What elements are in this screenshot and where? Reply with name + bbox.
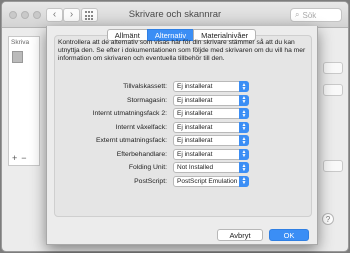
option-value: Ej installerat [177,83,213,90]
option-value: Ej installerat [177,110,213,117]
option-label: Folding Unit: [128,164,167,171]
search-placeholder: Sök [302,10,317,20]
updown-arrow-icon: ▲ ▼ [239,175,249,187]
background-control [323,160,343,172]
option-row: Efterbehandlare: Ej installerat ▲ ▼ [47,148,317,160]
option-popup[interactable]: Ej installerat ▲ ▼ [173,81,249,92]
option-popup[interactable]: PostScript Emulation ▲ ▼ [173,175,249,187]
option-popup[interactable]: Ej installerat ▲ ▼ [173,148,249,160]
add-printer-button[interactable]: + [12,153,17,163]
updown-arrow-icon: ▲ ▼ [239,108,249,119]
option-row: Internt utmatningsfack 2: Ej installerat… [47,108,317,119]
background-control [323,84,343,96]
printer-icon[interactable] [12,51,23,63]
ok-button[interactable]: OK [269,229,309,241]
printer-list-header: Skriva [11,39,30,46]
options-sheet: Allmänt Alternativ Materialnivåer Kontro… [46,26,318,245]
remove-printer-button[interactable]: − [21,153,26,163]
updown-arrow-icon: ▲ ▼ [239,121,249,133]
help-button[interactable]: ? [322,213,334,225]
search-input[interactable]: ⌕ Sök [290,8,342,22]
option-row: Folding Unit: Not Installed ▲ ▼ [47,162,317,173]
option-value: Ej installerat [177,137,213,144]
search-icon: ⌕ [295,10,300,19]
option-value: Ej installerat [177,96,213,104]
cancel-button[interactable]: Avbryt [217,229,263,241]
option-value: PostScript Emulation [177,177,238,185]
option-value: Not Installed [177,164,214,171]
options-description: Kontrollera att de alternativ som visas … [58,39,306,63]
option-popup[interactable]: Ej installerat ▲ ▼ [173,108,249,119]
option-row: Stormagasin: Ej installerat ▲ ▼ [47,94,317,106]
option-popup[interactable]: Ej installerat ▲ ▼ [173,121,249,133]
option-label: Efterbehandlare: [116,150,167,158]
option-value: Ej installerat [177,123,213,131]
updown-arrow-icon: ▲ ▼ [239,148,249,160]
updown-arrow-icon: ▲ ▼ [239,94,249,106]
option-row: PostScript: PostScript Emulation ▲ ▼ [47,175,317,187]
option-label: PostScript: [134,177,167,185]
option-label: Tillvalskassett: [123,83,167,90]
option-row: Internt växelfack: Ej installerat ▲ ▼ [47,121,317,133]
option-label: Internt växelfack: [115,123,167,131]
option-label: Stormagasin: [126,96,167,104]
title-bar: ‹ › Skrivare och skannrar ⌕ Sök [2,2,348,28]
option-label: Externt utmatningsfack: [95,137,167,144]
background-control [323,62,343,74]
option-popup[interactable]: Ej installerat ▲ ▼ [173,94,249,106]
updown-arrow-icon: ▲ ▼ [239,162,249,173]
updown-arrow-icon: ▲ ▼ [239,81,249,92]
option-value: Ej installerat [177,150,213,158]
option-row: Externt utmatningsfack: Ej installerat ▲ ▼ [47,135,317,146]
option-row: Tillvalskassett: Ej installerat ▲ ▼ [47,81,317,92]
list-controls: + − [12,153,27,163]
printer-list[interactable]: Skriva [8,36,40,166]
option-label: Internt utmatningsfack 2: [92,110,167,117]
option-popup[interactable]: Ej installerat ▲ ▼ [173,135,249,146]
updown-arrow-icon: ▲ ▼ [239,135,249,146]
option-popup[interactable]: Not Installed ▲ ▼ [173,162,249,173]
